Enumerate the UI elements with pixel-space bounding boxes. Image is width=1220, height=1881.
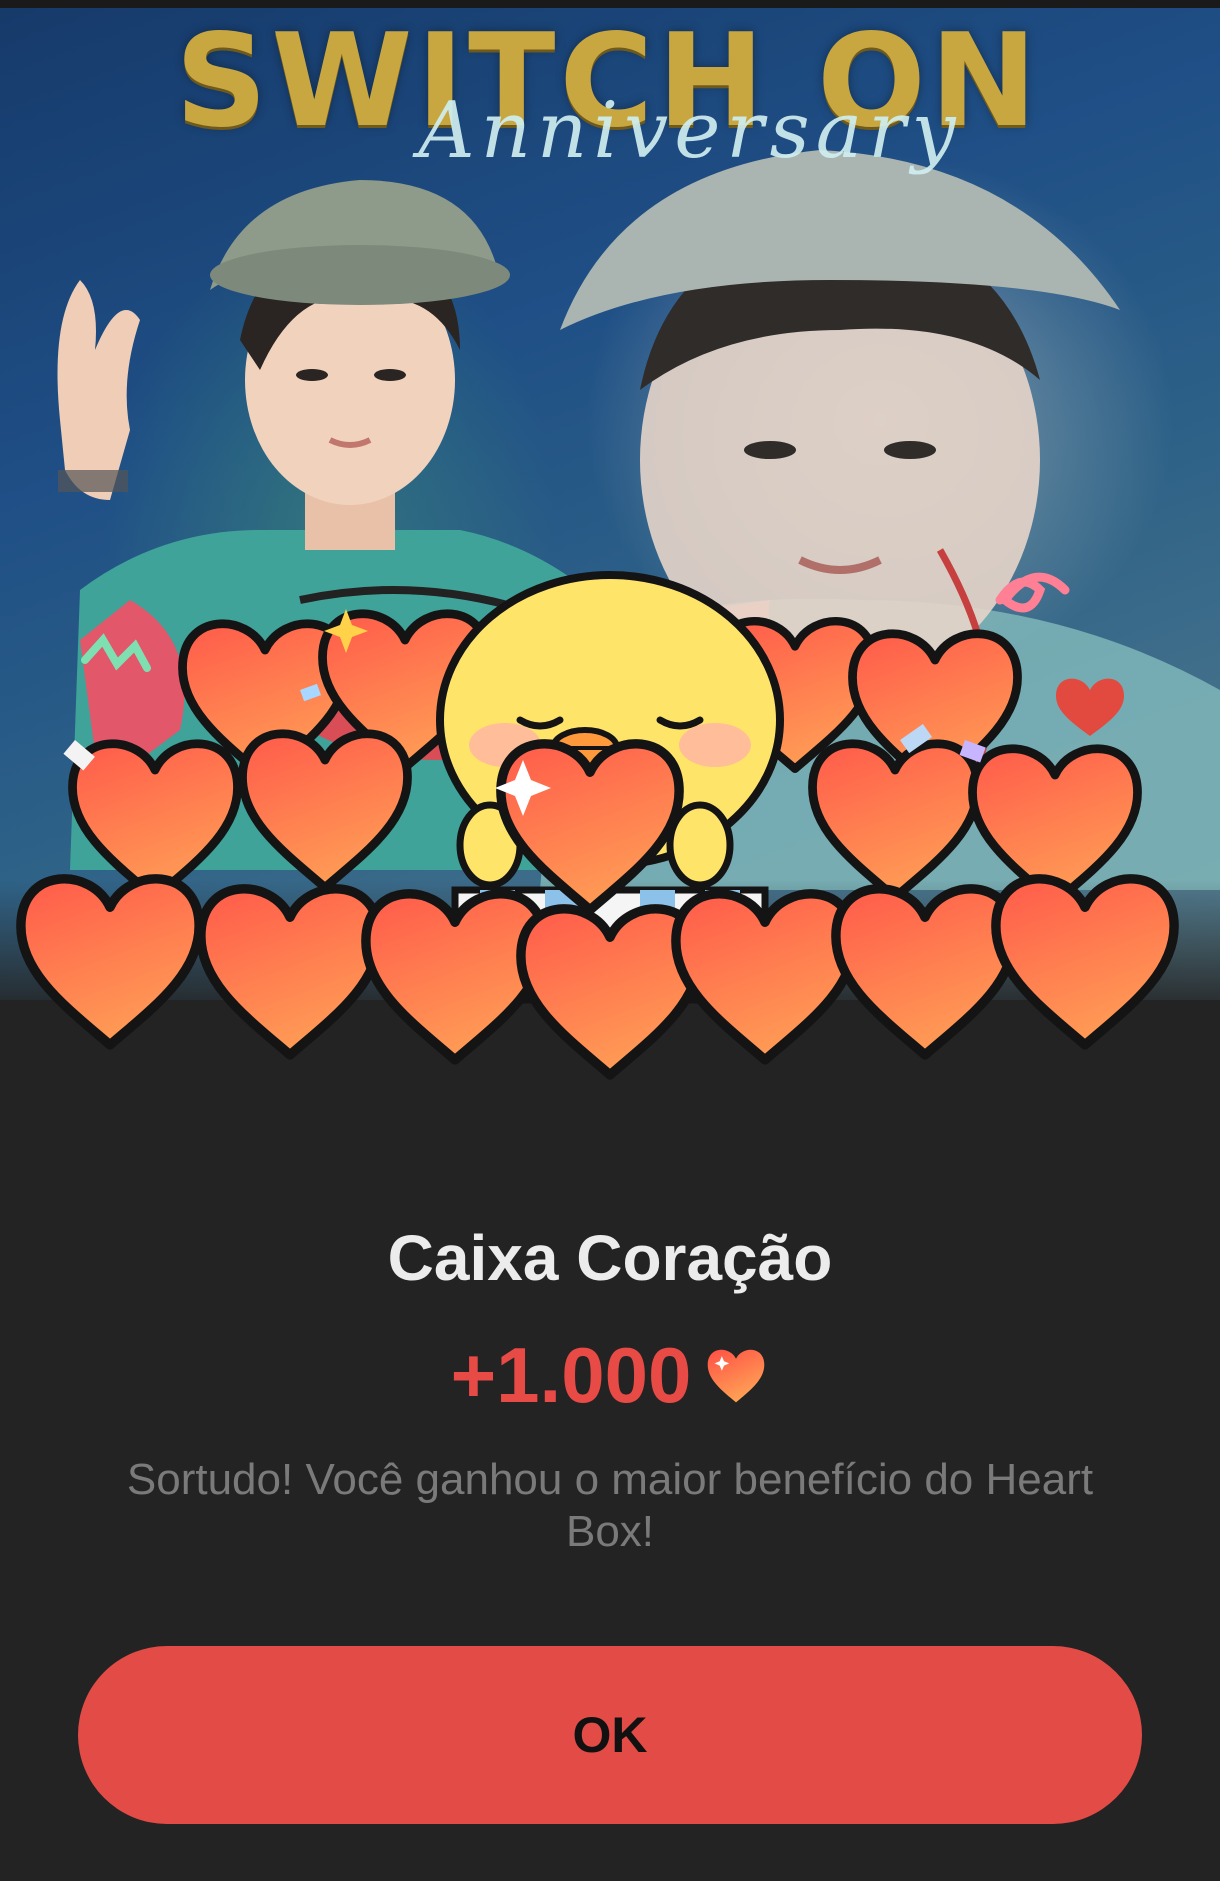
- dialog-title: Caixa Coração: [387, 1222, 833, 1294]
- heart-box-reward-screen: SWITCH ON Anniversary Caixa Coração +1.0…: [0, 0, 1220, 1881]
- banner-subtitle: Anniversary: [418, 86, 962, 176]
- reward-amount: +1.000: [450, 1331, 692, 1419]
- reward-amount-row: +1.000: [0, 1330, 1220, 1420]
- reward-message: Sortudo! Você ganhou o maior benefício d…: [126, 1455, 1094, 1556]
- heart-box-illustration: [0, 571, 1220, 1160]
- heart-icon: [708, 1349, 765, 1403]
- ok-button[interactable]: OK: [78, 1646, 1142, 1824]
- ok-button-label: OK: [572, 1707, 648, 1763]
